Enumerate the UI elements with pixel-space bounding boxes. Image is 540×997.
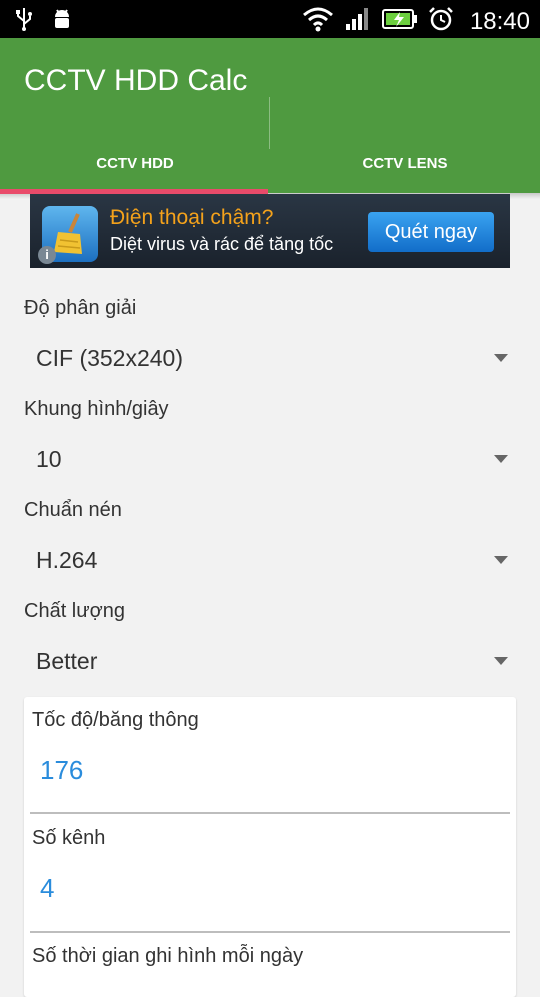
codec-spinner[interactable]: H.264	[24, 533, 516, 589]
dropdown-arrow-icon	[494, 556, 508, 564]
tab-label: CCTV HDD	[96, 154, 174, 172]
resolution-spinner[interactable]: CIF (352x240)	[24, 331, 516, 387]
tab-cctv-hdd[interactable]: CCTV HDD	[0, 133, 270, 193]
ad-scan-button[interactable]: Quét ngay	[368, 212, 494, 252]
channels-input[interactable]: 4	[40, 873, 54, 904]
quality-value: Better	[36, 648, 98, 674]
bandwidth-input[interactable]: 176	[40, 755, 83, 786]
ad-title: Điện thoại chậm?	[110, 206, 274, 229]
clock-time: 18:40	[469, 7, 530, 35]
app-title: CCTV HDD Calc	[24, 64, 248, 97]
dropdown-arrow-icon	[494, 657, 508, 665]
wifi-icon	[302, 6, 334, 37]
channels-label: Số kênh	[32, 827, 106, 849]
alarm-icon	[428, 6, 454, 37]
resolution-label: Độ phân giải	[24, 297, 137, 319]
tab-cctv-lens[interactable]: CCTV LENS	[270, 133, 540, 193]
app-bar: CCTV HDD Calc CCTV HDD CCTV LENS	[0, 38, 540, 193]
fps-value: 10	[36, 446, 62, 472]
dropdown-arrow-icon	[494, 455, 508, 463]
codec-label: Chuẩn nén	[24, 499, 122, 521]
fps-spinner[interactable]: 10	[24, 432, 516, 488]
bandwidth-underline	[30, 812, 510, 814]
codec-value: H.264	[36, 547, 98, 573]
quality-label: Chất lượng	[24, 600, 125, 622]
record-hours-label: Số thời gian ghi hình mỗi ngày	[32, 945, 304, 967]
resolution-value: CIF (352x240)	[36, 345, 184, 371]
battery-charging-icon	[381, 8, 418, 35]
bandwidth-label: Tốc độ/băng thông	[32, 709, 199, 731]
fps-label: Khung hình/giây	[24, 398, 169, 420]
android-debug-icon	[50, 7, 74, 36]
input-card: Tốc độ/băng thông 176 Số kênh 4 Số thời …	[24, 697, 516, 997]
tab-label: CCTV LENS	[362, 154, 448, 172]
dropdown-arrow-icon	[494, 354, 508, 362]
tab-divider	[269, 97, 270, 149]
ad-banner[interactable]: i Điện thoại chậm? Diệt virus và rác để …	[30, 194, 510, 268]
tab-bar: CCTV HDD CCTV LENS	[0, 133, 540, 193]
signal-icon	[344, 6, 372, 37]
status-bar: 18:40	[0, 0, 540, 38]
ad-info-icon[interactable]: i	[38, 246, 56, 264]
quality-spinner[interactable]: Better	[24, 634, 516, 690]
usb-icon	[14, 7, 34, 36]
channels-underline	[30, 931, 510, 933]
ad-subtitle: Diệt virus và rác để tăng tốc	[110, 234, 334, 254]
